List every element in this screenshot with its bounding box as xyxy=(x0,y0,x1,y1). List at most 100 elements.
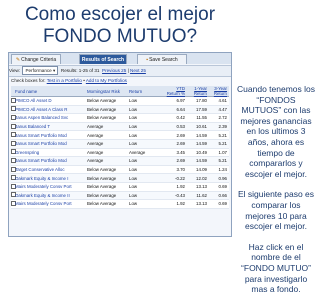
tab-results-of-search[interactable]: Results of Search xyxy=(79,54,127,64)
table-row: Greenspring Average Average 3.45 10.49 1.07 xyxy=(11,148,229,158)
three-year-cell: 0.69 xyxy=(218,201,227,207)
risk-cell: Low xyxy=(129,124,138,130)
col-ytd-return[interactable]: YTD Return % xyxy=(163,86,185,96)
one-year-cell: 10.61 xyxy=(196,124,207,130)
three-year-cell: 0.96 xyxy=(218,175,227,181)
table-row: Target Conservative Alloc Below Average Lo… xyxy=(11,165,229,175)
risk-cell: Low xyxy=(129,132,138,138)
table-row: Oakmark Equity & Income I Below Average Lo… xyxy=(11,174,229,183)
fund-name-link[interactable]: Janus Smart Portfolio Mod xyxy=(15,158,87,163)
col-morningstar-risk[interactable]: Morningstar Risk xyxy=(87,89,129,94)
table-row: Janus Balanced T Average Low 0.53 10.61 2.39 xyxy=(11,122,229,132)
three-year-cell: 1.24 xyxy=(218,167,227,173)
risk-cell: Low xyxy=(129,192,138,198)
screener-tab-bar: ✎Change Criteria Results of Search ▪Save… xyxy=(9,53,231,64)
rating-cell: Average xyxy=(87,141,104,147)
add-to-portfolios-link[interactable]: Add to My Portfolios xyxy=(86,78,127,83)
rating-cell: Average xyxy=(87,132,104,138)
rating-cell: Below Average xyxy=(87,106,117,112)
fund-name-link[interactable]: Janus Smart Portfolio Mod xyxy=(15,141,87,146)
pencil-icon: ✎ xyxy=(15,57,21,63)
table-row: Janus Smart Portfolio Mod Average Low 2.69 1… xyxy=(11,131,229,140)
rating-cell: Average xyxy=(87,124,104,130)
table-row: PIMCO All Asset A Class R Below Average Lo… xyxy=(11,105,229,115)
slide-title-line-1: Como escojer el mejor xyxy=(24,4,216,25)
rating-cell: Below Average xyxy=(87,98,117,104)
col-return[interactable]: Return xyxy=(129,89,163,94)
tab-change-criteria[interactable]: ✎Change Criteria xyxy=(11,54,61,64)
risk-cell: Low xyxy=(129,167,138,173)
fund-name-link[interactable]: Greenspring xyxy=(15,150,87,155)
one-year-cell: 13.13 xyxy=(196,201,207,207)
ytd-cell: 0.42 xyxy=(176,115,185,121)
fund-name-link[interactable]: Janus Aspen Balanced Svc xyxy=(15,115,87,120)
rating-cell: Below Average xyxy=(87,192,117,198)
one-year-cell: 11.55 xyxy=(196,115,207,121)
risk-cell: Average xyxy=(129,149,146,155)
results-table: Fund name Morningstar Risk Return YTD Re… xyxy=(11,86,229,209)
three-year-cell: 2.72 xyxy=(218,115,227,121)
rating-cell: Below Average xyxy=(87,115,117,121)
risk-cell: Low xyxy=(129,201,138,207)
table-header: Fund name Morningstar Risk Return YTD Re… xyxy=(11,86,229,97)
ytd-cell: 6.97 xyxy=(176,98,185,104)
ytd-cell: 6.64 xyxy=(176,106,185,112)
fund-name-link[interactable]: Mairs Moderately Consv Port xyxy=(15,184,87,189)
three-year-cell: 0.66 xyxy=(218,192,227,198)
three-year-cell: 5.21 xyxy=(218,132,227,138)
ytd-cell: 2.69 xyxy=(176,158,185,164)
col-3yr-return[interactable]: 3-Year Return xyxy=(207,86,229,96)
fund-name-link[interactable]: Janus Smart Portfolio Mod xyxy=(15,133,87,138)
risk-cell: Low xyxy=(129,115,138,121)
fund-name-link[interactable]: Oakmark Equity & Income II xyxy=(15,193,87,198)
three-year-cell: 5.21 xyxy=(218,141,227,147)
fund-name-link[interactable]: Oakmark Equity & Income I xyxy=(15,176,87,181)
fund-name-link[interactable]: Mairs Moderately Consv Port xyxy=(15,201,87,206)
rating-cell: Below Average xyxy=(87,184,117,190)
one-year-cell: 14.59 xyxy=(196,141,207,147)
slide-title-line-2: FONDO MUTUO? xyxy=(42,26,198,47)
one-year-cell: 14.59 xyxy=(196,132,207,138)
one-year-cell: 14.59 xyxy=(196,158,207,164)
table-row: Janus Smart Portfolio Mod Average Low 2.69 1… xyxy=(11,157,229,166)
one-year-cell: 17.80 xyxy=(196,98,207,104)
col-1yr-return[interactable]: 1-Year Return xyxy=(185,86,207,96)
table-row: PIMCO All Asset D Below Average Low 6.97 17.… xyxy=(11,97,229,106)
ytd-cell: 2.69 xyxy=(176,141,185,147)
rating-cell: Below Average xyxy=(87,175,117,181)
fund-name-link[interactable]: Janus Balanced T xyxy=(15,124,87,129)
ytd-cell: 0.53 xyxy=(176,124,185,130)
risk-cell: Low xyxy=(129,175,138,181)
view-select[interactable]: Performance ▾ xyxy=(22,66,59,76)
test-in-portfolio-link[interactable]: Test in a Portfolio xyxy=(47,78,82,83)
chevron-down-icon: ▾ xyxy=(53,68,56,74)
ytd-cell: 1.92 xyxy=(176,201,185,207)
table-row: Mairs Moderately Consv Port Below Average… xyxy=(11,182,229,192)
risk-cell: Low xyxy=(129,158,138,164)
three-year-cell: 2.39 xyxy=(218,124,227,130)
next-page-link[interactable]: Next 25 xyxy=(130,68,146,73)
fund-name-link[interactable]: Target Conservative Alloc xyxy=(15,167,87,172)
ytd-cell: -0.22 xyxy=(174,175,185,181)
explanation-text: Cuando tenemos los “FONDOS MUTUOS” con l… xyxy=(236,84,316,305)
three-year-cell: 5.21 xyxy=(218,158,227,164)
tab-save-search[interactable]: ▪Save Search xyxy=(137,54,187,64)
one-year-cell: 17.59 xyxy=(196,106,207,112)
plus-icon: • xyxy=(83,78,85,83)
fund-name-link[interactable]: PIMCO All Asset D xyxy=(15,98,87,103)
previous-page-link[interactable]: Previous 25 xyxy=(102,68,126,73)
risk-cell: Low xyxy=(129,141,138,147)
risk-cell: Low xyxy=(129,184,138,190)
paragraph-3: Haz click en el nombre de el “FONDO MUTU… xyxy=(241,241,311,295)
one-year-cell: 13.13 xyxy=(196,184,207,190)
col-fund-name[interactable]: Fund name xyxy=(15,89,87,94)
table-row: Janus Aspen Balanced Svc Below Average Low… xyxy=(11,114,229,123)
one-year-cell: 11.62 xyxy=(196,192,207,198)
risk-cell: Low xyxy=(129,98,138,104)
fund-name-link[interactable]: PIMCO All Asset A Class R xyxy=(15,107,87,112)
one-year-cell: 14.09 xyxy=(196,167,207,173)
ytd-cell: 3.70 xyxy=(176,167,185,173)
ytd-cell: -0.43 xyxy=(174,192,185,198)
ytd-cell: 1.92 xyxy=(176,184,185,190)
ytd-cell: 3.45 xyxy=(176,149,185,155)
